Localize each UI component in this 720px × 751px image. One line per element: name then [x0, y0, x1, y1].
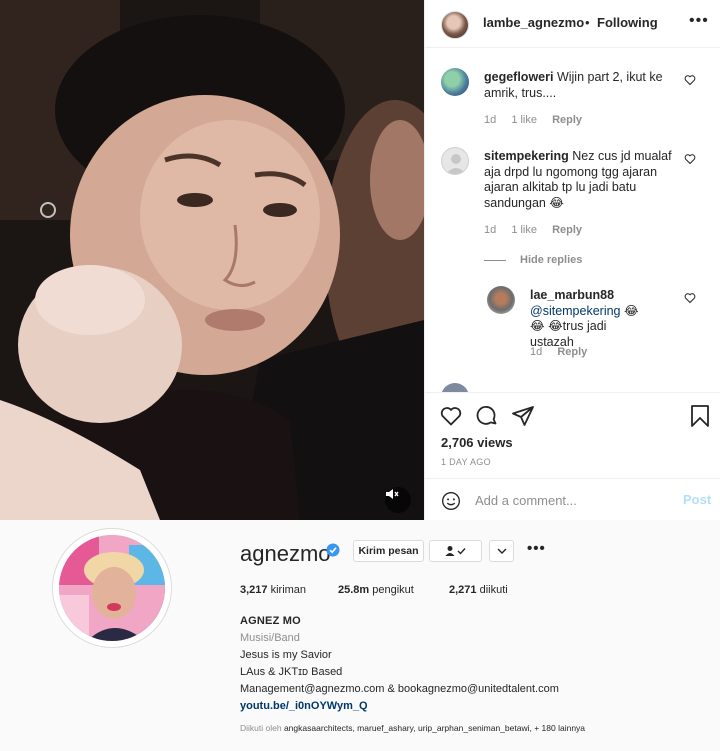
- verified-badge-icon: [326, 543, 340, 557]
- comment-likes[interactable]: 1 like: [511, 224, 537, 236]
- divider: [484, 259, 506, 261]
- comment-item: sitempekering Nez cus jd mualaf aja drpd…: [441, 147, 711, 247]
- comment-item: gegefloweri Wijin part 2, ikut ke amrik,…: [441, 68, 711, 148]
- profile-header: agnezmo Kirim pesan ••• 3,217 kiriman 25…: [0, 520, 720, 751]
- following-toggle-button[interactable]: [429, 540, 482, 562]
- profile-photo-illustration: [59, 535, 165, 641]
- author-username[interactable]: lambe_agnezmo: [483, 15, 584, 30]
- profile-bio: AGNEZ MO Musisi/Band Jesus is my Savior …: [240, 613, 700, 715]
- comment-meta: 1d 1 like Reply: [484, 224, 594, 236]
- comment-username[interactable]: gegefloweri: [484, 70, 553, 84]
- comment-body: sitempekering Nez cus jd mualaf aja drpd…: [484, 149, 672, 211]
- following-button[interactable]: Following: [597, 15, 658, 30]
- post-sidebar: lambe_agnezmo • Following ••• gegeflower…: [424, 0, 720, 520]
- chevron-down-icon: [497, 548, 506, 554]
- post-header: lambe_agnezmo • Following •••: [425, 0, 720, 48]
- comment-age: 1d: [530, 346, 543, 358]
- commenter-avatar[interactable]: [487, 286, 515, 314]
- comment-reply-button[interactable]: Reply: [552, 114, 582, 126]
- author-avatar[interactable]: [441, 11, 469, 39]
- following-count[interactable]: 2,271 diikuti: [449, 584, 508, 596]
- profile-avatar-ring[interactable]: [52, 528, 172, 648]
- save-bookmark-icon[interactable]: [689, 404, 711, 428]
- commenter-avatar[interactable]: [441, 68, 469, 96]
- comment-age: 1d: [484, 114, 497, 126]
- commenter-avatar[interactable]: [441, 147, 469, 175]
- followed-by-more[interactable]: + 180 lainnya: [534, 723, 585, 733]
- add-comment-section: Post: [425, 478, 720, 521]
- video-frame-illustration: [0, 0, 424, 520]
- followed-by[interactable]: Diikuti oleh angkasaarchitects, maruef_a…: [240, 723, 585, 733]
- comment-age: 1d: [484, 224, 497, 236]
- person-check-icon: [445, 546, 466, 556]
- add-comment-input[interactable]: [475, 490, 675, 510]
- profile-category: Musisi/Band: [240, 632, 300, 644]
- comment-meta: 1d Reply: [530, 346, 599, 358]
- post-comment-button[interactable]: Post: [683, 492, 711, 507]
- heart-icon[interactable]: [684, 292, 696, 304]
- posts-count[interactable]: 3,217 kiriman: [240, 584, 306, 596]
- comments-list[interactable]: gegefloweri Wijin part 2, ikut ke amrik,…: [425, 49, 720, 392]
- profile-website-link[interactable]: youtu.be/_i0nOYWym_Q: [240, 698, 700, 715]
- hide-replies-button[interactable]: Hide replies: [484, 254, 582, 266]
- mute-toggle-button[interactable]: [385, 487, 411, 513]
- speaker-muted-icon: [386, 489, 399, 499]
- like-heart-icon[interactable]: [439, 404, 463, 428]
- heart-icon[interactable]: [684, 153, 696, 165]
- comment-bubble-icon[interactable]: [475, 404, 499, 428]
- comment-item-clipped: [441, 383, 711, 392]
- message-button[interactable]: Kirim pesan: [353, 540, 424, 562]
- post-video[interactable]: [0, 0, 424, 520]
- emoji-smile-icon[interactable]: [441, 491, 461, 511]
- suggested-accounts-button[interactable]: [489, 540, 514, 562]
- mention-link[interactable]: @sitempekering: [530, 304, 621, 318]
- more-options-icon[interactable]: •••: [689, 12, 709, 30]
- comment-reply-button[interactable]: Reply: [557, 346, 587, 358]
- default-avatar-icon: [446, 154, 466, 174]
- post-actions: 2,706 views 1 DAY AGO Post: [425, 392, 720, 520]
- bio-line: LAus & JKTɪᴅ Based: [240, 666, 343, 678]
- comment-body: lae_marbun88 @sitempekering 😂😂 😂trus jad…: [530, 288, 650, 350]
- post-panel: lambe_agnezmo • Following ••• gegeflower…: [0, 0, 720, 520]
- share-direct-icon[interactable]: [511, 404, 535, 428]
- comment-username[interactable]: sitempekering: [484, 149, 569, 163]
- followed-by-prefix: Diikuti oleh: [240, 723, 282, 733]
- heart-icon[interactable]: [684, 74, 696, 86]
- comment-meta: 1d 1 like Reply: [484, 114, 594, 126]
- commenter-avatar[interactable]: [441, 383, 469, 392]
- followed-by-names[interactable]: angkasaarchitects, maruef_ashary, urip_a…: [284, 723, 532, 733]
- comment-likes[interactable]: 1 like: [511, 114, 537, 126]
- profile-options-icon[interactable]: •••: [527, 540, 546, 557]
- profile-avatar: [59, 535, 165, 641]
- followers-count[interactable]: 25.8m pengikut: [338, 584, 414, 596]
- bio-line: Management@agnezmo.com & bookagnezmo@uni…: [240, 683, 559, 695]
- hide-replies-label: Hide replies: [520, 254, 583, 266]
- post-timestamp[interactable]: 1 DAY AGO: [441, 457, 491, 467]
- reply-item: lae_marbun88 @sitempekering 😂😂 😂trus jad…: [487, 286, 707, 366]
- comment-reply-button[interactable]: Reply: [552, 224, 582, 236]
- header-separator: •: [585, 15, 590, 30]
- comment-username[interactable]: lae_marbun88: [530, 288, 650, 304]
- profile-full-name: AGNEZ MO: [240, 615, 301, 627]
- comment-body: gegefloweri Wijin part 2, ikut ke amrik,…: [484, 70, 672, 101]
- bio-line: Jesus is my Savior: [240, 649, 332, 661]
- profile-username: agnezmo: [240, 541, 331, 566]
- view-count[interactable]: 2,706 views: [441, 435, 513, 450]
